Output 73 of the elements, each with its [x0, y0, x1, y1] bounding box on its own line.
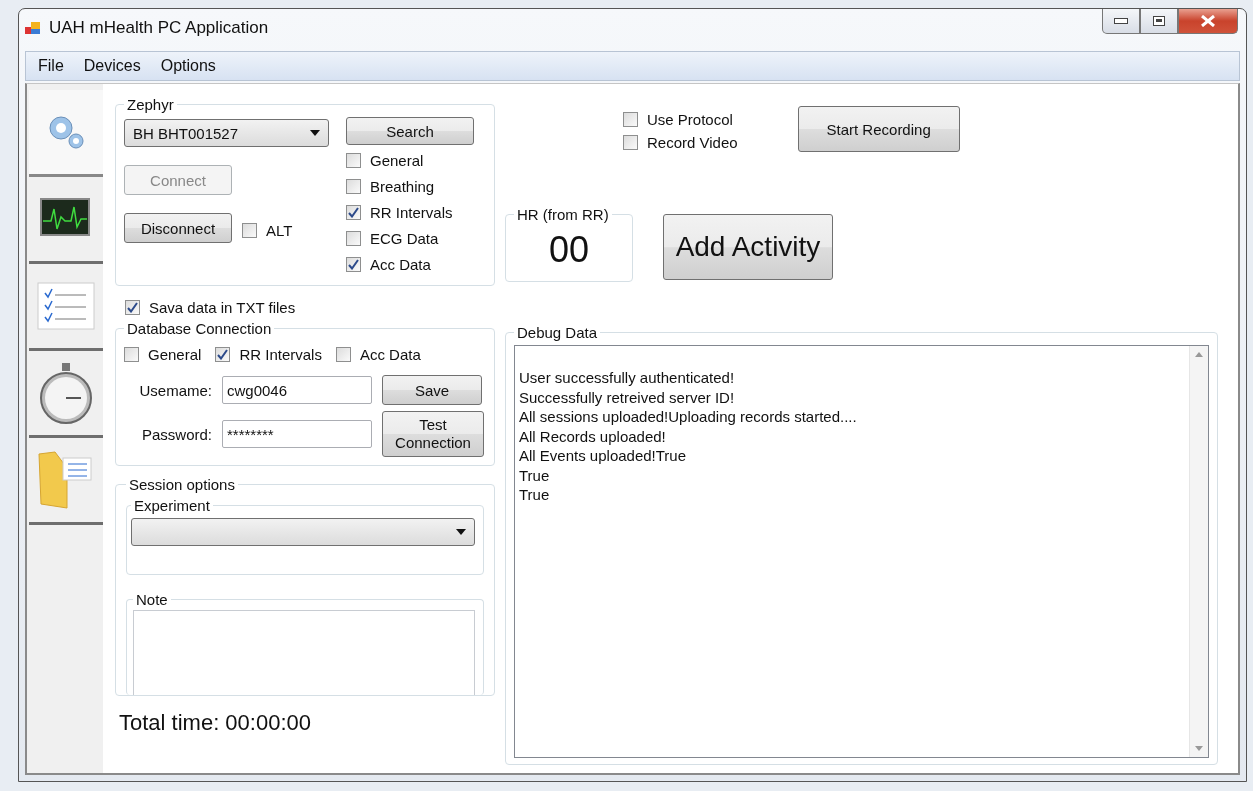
scrollbar[interactable] [1189, 346, 1208, 757]
checkbox-label: RR Intervals [370, 203, 453, 221]
checkbox-label: Record Video [647, 133, 738, 151]
checklist-icon [36, 281, 96, 331]
checkbox-label: General [370, 151, 424, 169]
debug-textarea[interactable]: User successfully authenticated! Successfully retreived server ID! All sessions uploaded!Uploading records started.... All Records uploaded! All Events uploaded!True True True [514, 345, 1209, 758]
checkbox[interactable] [346, 230, 361, 246]
disconnect-button[interactable]: Disconnect [124, 213, 232, 243]
menu-item[interactable]: File [30, 55, 72, 77]
stopwatch-icon [37, 361, 95, 425]
username-field[interactable]: cwg0046 [222, 376, 372, 404]
group-title: Session options [128, 476, 236, 493]
checkbox-label: RR Intervals [239, 345, 322, 363]
checkbox-label: Breathing [370, 177, 435, 195]
log-line: All Records uploaded! [519, 426, 667, 446]
minimize-button[interactable] [1102, 9, 1140, 34]
experiment-dropdown[interactable] [131, 518, 475, 546]
group-title: HR (from RR) [516, 206, 610, 223]
checkbox[interactable] [346, 256, 361, 272]
dropdown-arrow-icon [456, 529, 466, 535]
checkbox-label: ECG Data [370, 229, 439, 247]
password-field[interactable]: ******** [222, 420, 372, 448]
group-title: Debug Data [516, 324, 599, 341]
checkbox-label: Acc Data [359, 345, 421, 363]
close-icon [1200, 15, 1216, 27]
log-line: Successfully retreived server ID! [519, 387, 736, 407]
username-label: Usemame: [138, 381, 212, 399]
maximize-icon [1153, 16, 1165, 26]
group-title: Zephyr [126, 96, 175, 113]
test-connection-button[interactable]: Test Connection [382, 411, 484, 457]
checkbox[interactable] [346, 152, 361, 168]
note-field[interactable] [133, 610, 475, 695]
minimize-icon [1114, 18, 1128, 24]
dropdown-arrow-icon [310, 130, 320, 136]
checkbox-label: Use Protocol [647, 110, 733, 128]
window-title: UAH mHealth PC Application [49, 18, 270, 38]
checkbox-label: Acc Data [370, 255, 431, 273]
checkbox-label: General [148, 345, 202, 363]
scroll-down-icon[interactable] [1195, 746, 1203, 751]
add-activity-button[interactable]: Add Activity [663, 214, 833, 280]
log-line: User successfully authenticated! [519, 368, 736, 388]
log-line: True [519, 465, 551, 485]
password-label: Password: [140, 425, 212, 443]
checkbox-label: Sava data in TXT files [149, 298, 296, 316]
heart-rate-value: 00 [547, 228, 590, 271]
checkbox[interactable] [346, 204, 361, 220]
checkbox[interactable] [242, 222, 257, 238]
maximize-button[interactable] [1140, 9, 1178, 34]
close-button[interactable] [1178, 9, 1238, 34]
save-button[interactable]: Save [382, 375, 482, 405]
scroll-up-icon[interactable] [1195, 352, 1203, 357]
total-time: Total time: 00:00:00 [118, 710, 312, 736]
checkbox[interactable] [124, 346, 139, 362]
log-line: True [519, 485, 551, 505]
folder-icon [37, 448, 95, 512]
app-icon [25, 20, 41, 36]
group-title: Experiment [133, 497, 211, 514]
group-title: Database Connection [126, 320, 273, 337]
checkbox[interactable] [125, 299, 140, 315]
log-line: All sessions uploaded!Uploading records started.... [519, 407, 858, 427]
checkbox[interactable] [215, 346, 231, 362]
checkbox[interactable] [623, 111, 638, 127]
checkbox[interactable] [335, 346, 351, 362]
group-title: Note [135, 591, 169, 608]
device-dropdown[interactable]: BH BHT001527 [124, 119, 329, 147]
start-recording-button[interactable]: Start Recording [797, 106, 960, 152]
checkbox[interactable] [623, 134, 638, 150]
menu-item[interactable]: Devices [75, 55, 149, 77]
checkbox-label: ALT [266, 221, 293, 239]
checkbox[interactable] [346, 178, 361, 194]
search-button[interactable]: Search [346, 117, 474, 145]
menu-item[interactable]: Options [152, 55, 224, 77]
log-line: All Events uploaded!True [519, 446, 688, 466]
